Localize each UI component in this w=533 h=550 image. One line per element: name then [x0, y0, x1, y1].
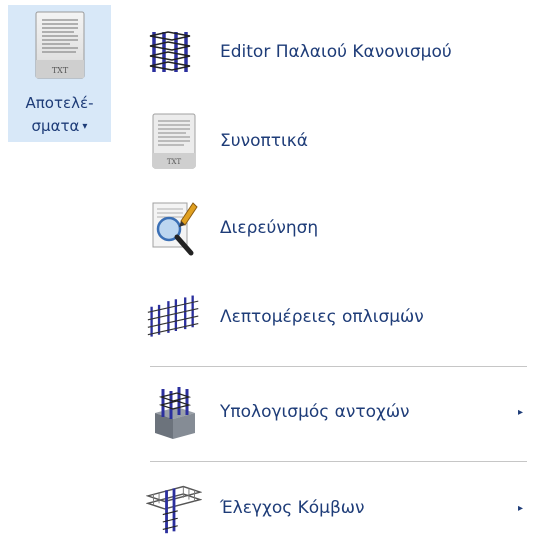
menu-item-joint-check[interactable]: Έλεγχος Κόμβων ▸ — [130, 478, 533, 538]
menu-item-investigation[interactable]: Διερεύνηση — [130, 198, 533, 258]
menu-item-strength-calculation[interactable]: Υπολογισμός αντοχών ▸ — [130, 382, 533, 442]
dropdown-arrow-icon: ▾ — [82, 121, 88, 132]
menu-item-summary[interactable]: TXT Συνοπτικά — [130, 111, 533, 171]
results-dropdown-menu: Editor Παλαιού Κανονισμού TXT Συνοπτικά — [130, 0, 533, 550]
txt-document-icon: TXT — [146, 113, 202, 169]
beam-column-joint-icon — [146, 480, 202, 536]
ribbon-label-line1: Αποτελέ- — [25, 94, 94, 112]
magnifier-document-icon — [146, 200, 202, 256]
results-ribbon-button[interactable]: TXT Αποτελέ- σματα ▾ — [8, 5, 111, 142]
ribbon-button-label: Αποτελέ- σματα ▾ — [25, 92, 93, 138]
menu-item-label: Διερεύνηση — [220, 218, 319, 238]
column-strength-icon — [146, 384, 202, 440]
menu-item-label: Συνοπτικά — [220, 131, 308, 151]
rebar-cage-icon — [146, 24, 202, 80]
ribbon-label-line2: σματα — [31, 117, 80, 135]
menu-item-label: Έλεγχος Κόμβων — [220, 498, 365, 518]
reinforcement-details-icon — [146, 289, 202, 345]
menu-item-label: Υπολογισμός αντοχών — [220, 402, 410, 422]
menu-item-reinforcement-details[interactable]: Λεπτομέρειες οπλισμών — [130, 287, 533, 347]
menu-item-label: Editor Παλαιού Κανονισμού — [220, 42, 452, 62]
menu-item-old-code-editor[interactable]: Editor Παλαιού Κανονισμού — [130, 22, 533, 82]
submenu-arrow-icon: ▸ — [518, 502, 524, 514]
txt-document-icon: TXT — [30, 10, 90, 86]
txt-caption: TXT — [167, 158, 182, 166]
submenu-arrow-icon: ▸ — [518, 406, 524, 418]
menu-separator — [150, 366, 527, 367]
menu-separator — [150, 461, 527, 462]
txt-caption: TXT — [51, 66, 68, 75]
menu-item-label: Λεπτομέρειες οπλισμών — [220, 307, 424, 327]
